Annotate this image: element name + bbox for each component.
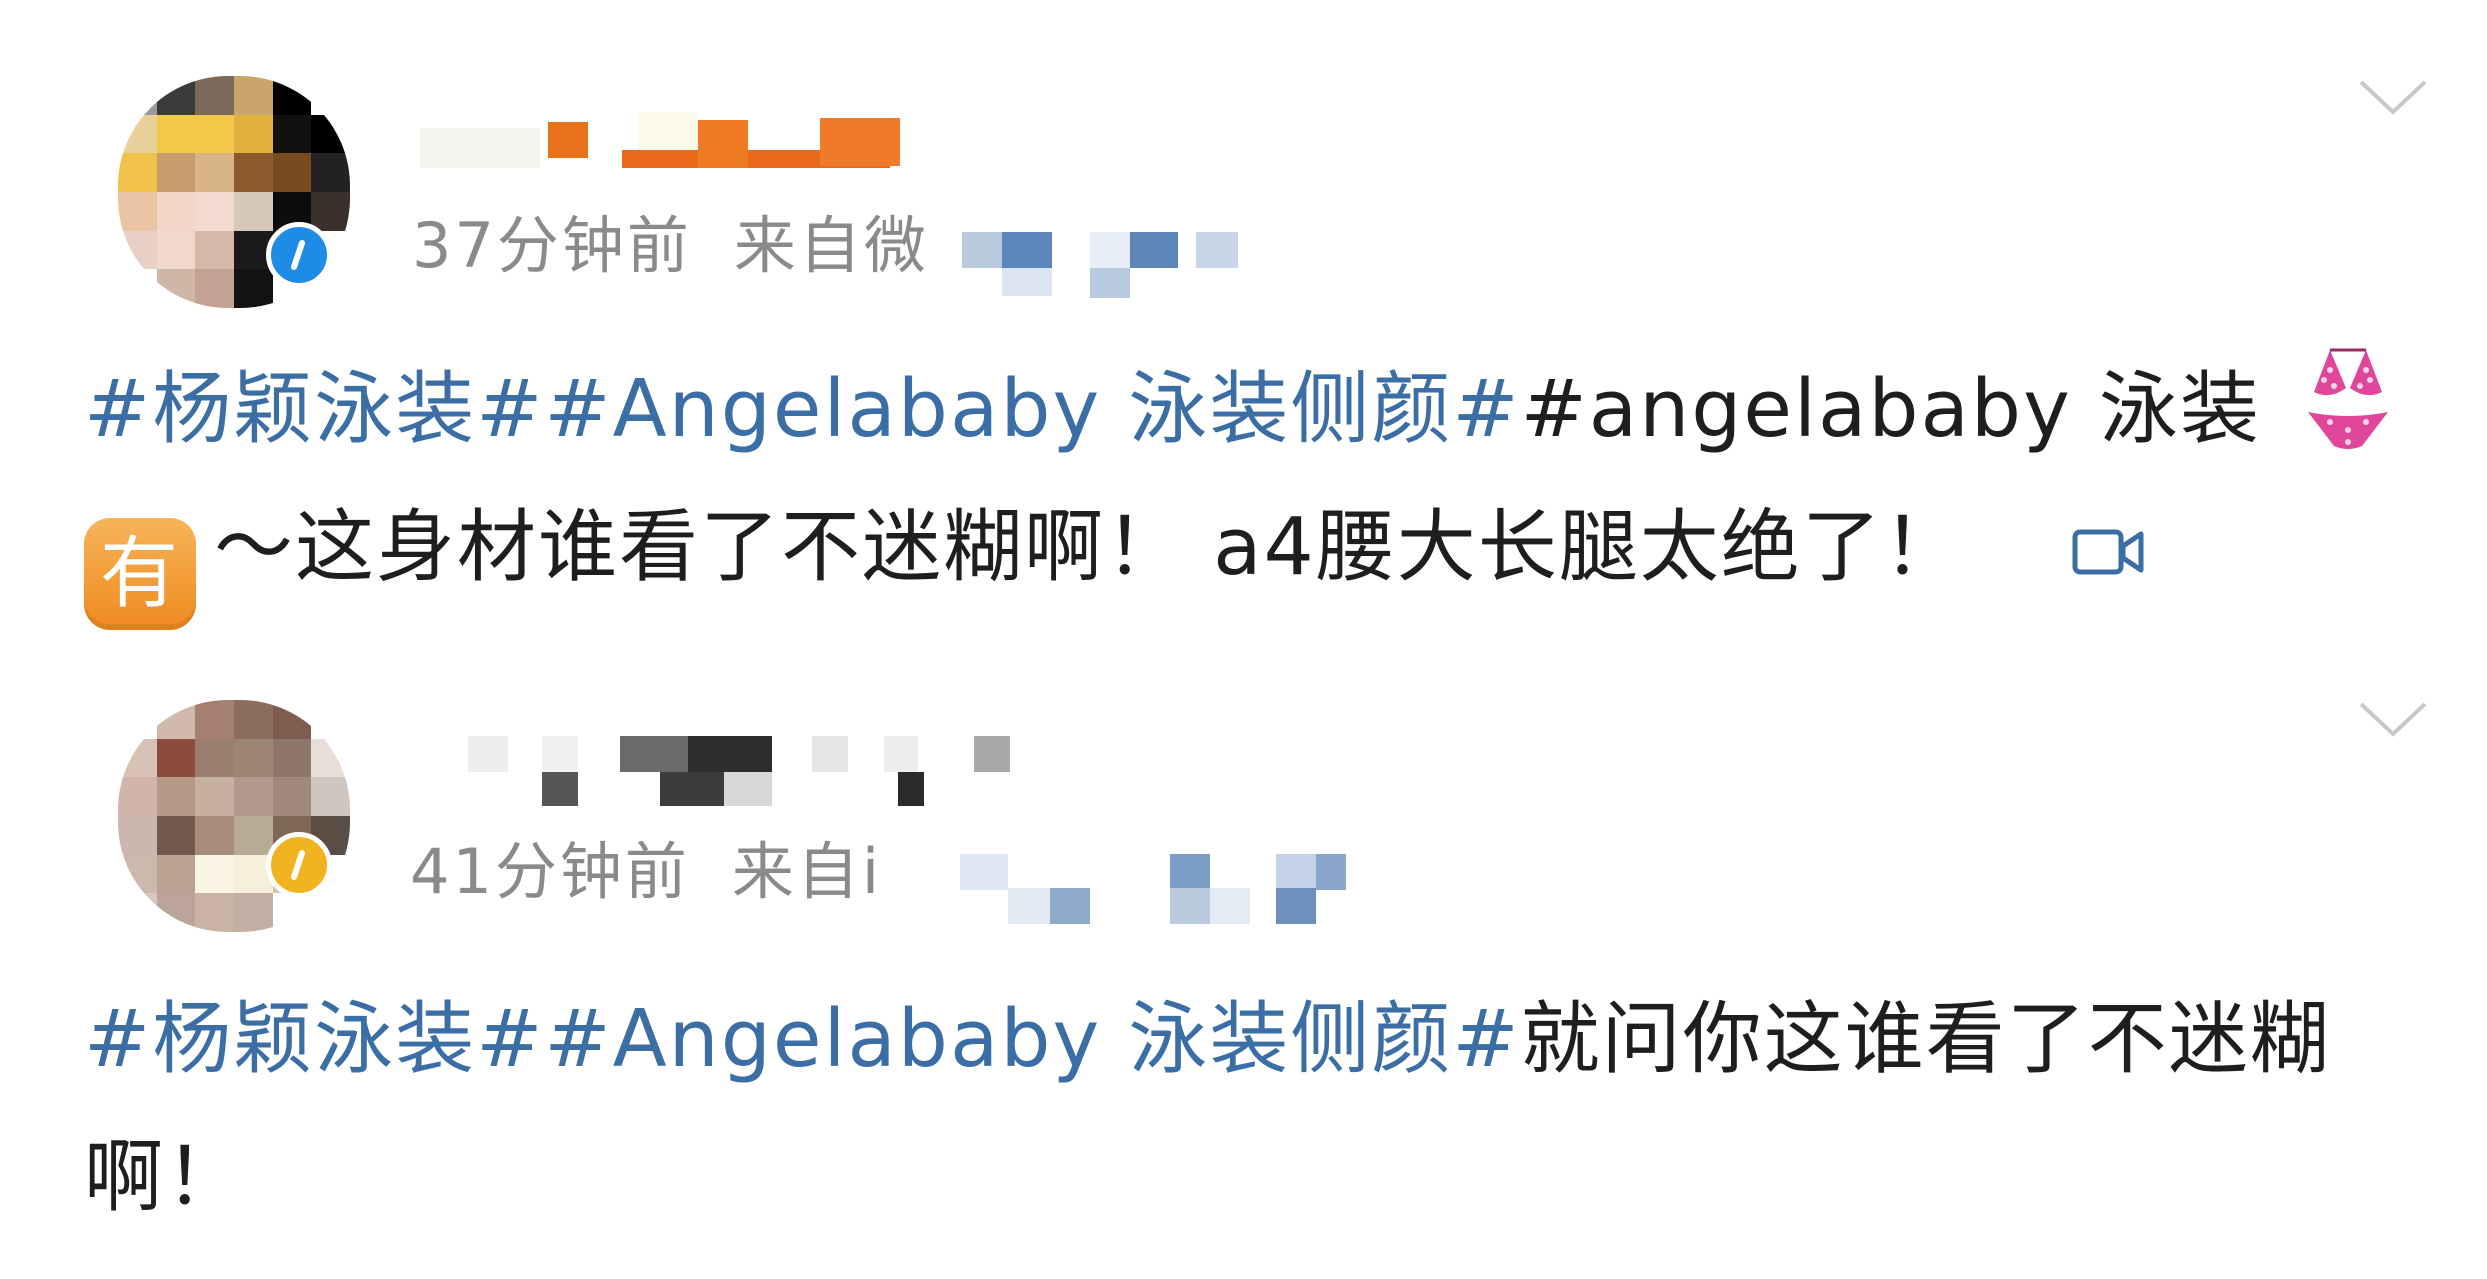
source-blurred [960,848,1360,928]
post-text-tag-word: angelababy [1588,363,2072,455]
post-text: #杨颖泳装##Angelababy 泳装侧颜##angelababy 泳装 有～… [84,340,2414,630]
avatar-mosaic [118,700,350,932]
username-blurred[interactable] [420,100,920,170]
post-text: #杨颖泳装##Angelababy 泳装侧颜#就问你这谁看了不迷糊啊！ [84,970,2374,1246]
verified-badge-icon [266,832,332,898]
post-meta: 41分钟前 来自i [410,836,882,908]
bikini-emoji-icon [2300,346,2396,456]
avatar[interactable] [118,700,350,932]
hashtag-link[interactable]: #杨颖泳装# [84,993,544,1085]
post-text-segment: ～这身材谁看了不迷糊啊！ a4腰大长腿太绝了！ [214,501,1964,593]
hashtag-link[interactable]: #杨颖泳装# [84,363,544,455]
username-blurred[interactable] [460,732,1020,806]
tail-hash: # [1520,363,1589,455]
post-time: 41分钟前 [410,835,690,908]
post-meta: 37分钟前 来自微 [412,210,929,282]
chevron-down-icon[interactable] [2358,700,2428,740]
weibo-post[interactable]: 37分钟前 来自微 #杨颖泳装##Angelababy 泳装侧颜##angelab… [0,0,2487,640]
post-time: 37分钟前 [412,209,692,282]
post-source[interactable]: 来自微 [734,209,929,282]
post-source[interactable]: 来自i [732,835,882,908]
you-badge-emoji: 有 [84,518,196,630]
hashtag-link[interactable]: #Angelababy 泳装侧颜# [544,363,1520,455]
video-icon[interactable] [2071,484,2147,622]
hashtag-link[interactable]: #Angelababy 泳装侧颜# [544,993,1520,1085]
verified-badge-icon [266,222,332,288]
post-text-segment: 泳装 [2071,363,2261,455]
source-blurred [962,220,1262,300]
chevron-down-icon[interactable] [2358,78,2428,118]
weibo-post[interactable]: 41分钟前 来自i #杨颖泳装##Angelababy 泳装侧颜#就问你这谁看了不… [0,640,2487,1279]
